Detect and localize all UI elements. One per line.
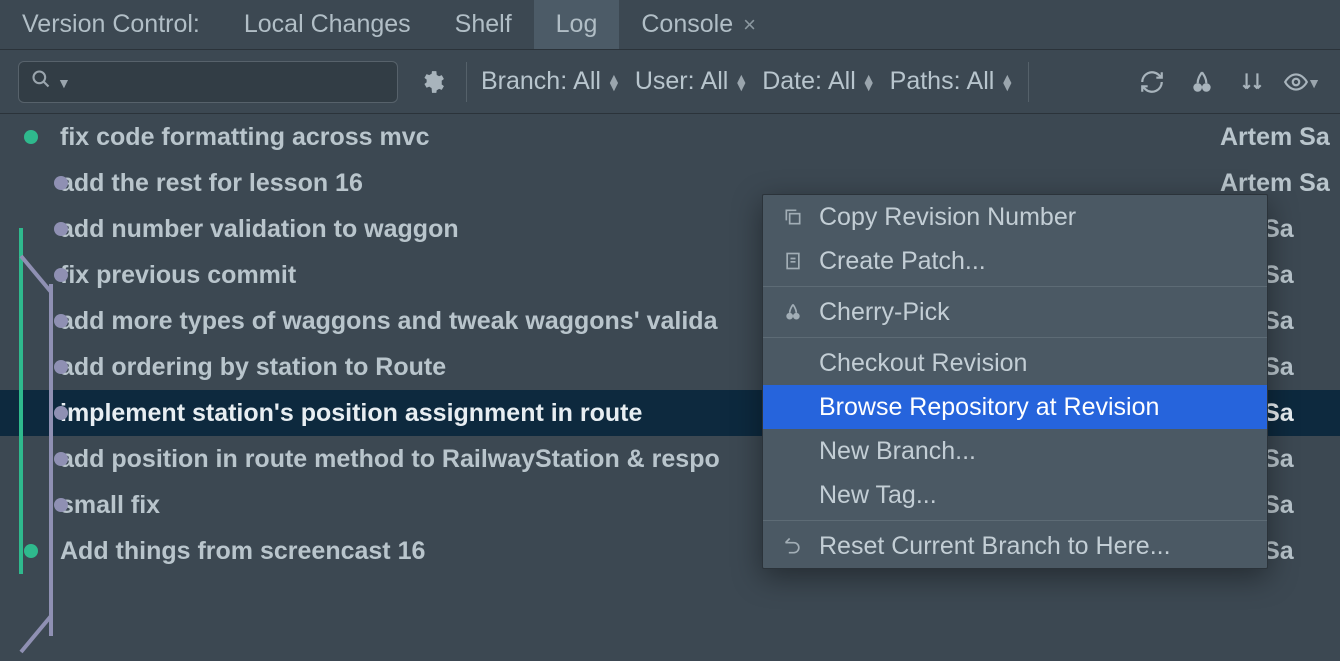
close-icon[interactable]: × xyxy=(743,12,756,38)
graph-merge-line xyxy=(19,614,59,654)
paths-filter[interactable]: Paths: All ▲▼ xyxy=(890,67,1015,96)
copy-icon xyxy=(781,207,805,227)
branch-filter[interactable]: Branch: All ▲▼ xyxy=(481,67,621,96)
log-toolbar: ▼ Branch: All ▲▼ User: All ▲▼ Date: All … xyxy=(0,50,1340,114)
patch-icon xyxy=(781,251,805,271)
separator xyxy=(466,62,467,102)
commit-dot xyxy=(54,314,68,328)
refresh-icon xyxy=(1139,69,1165,95)
search-input[interactable]: ▼ xyxy=(18,61,398,103)
chevron-down-icon: ▼ xyxy=(1307,75,1321,91)
sort-down-icon xyxy=(1239,69,1265,95)
cherry-icon xyxy=(781,302,805,322)
eye-icon xyxy=(1283,69,1309,95)
date-filter[interactable]: Date: All ▲▼ xyxy=(762,67,875,96)
sort-icon: ▲▼ xyxy=(1000,74,1014,90)
cherry-pick-button[interactable] xyxy=(1182,62,1222,102)
user-filter[interactable]: User: All ▲▼ xyxy=(635,67,748,96)
menu-checkout-revision[interactable]: Checkout Revision xyxy=(763,341,1267,385)
separator xyxy=(1028,62,1029,102)
cherry-icon xyxy=(1189,69,1215,95)
commit-dot xyxy=(54,406,68,420)
menu-copy-revision[interactable]: Copy Revision Number xyxy=(763,195,1267,239)
preview-button[interactable]: ▼ xyxy=(1282,62,1322,102)
commit-dot xyxy=(54,176,68,190)
gear-icon xyxy=(419,69,445,95)
tab-shelf[interactable]: Shelf xyxy=(433,0,534,49)
commit-dot xyxy=(54,498,68,512)
commit-dot xyxy=(54,360,68,374)
reset-icon xyxy=(781,536,805,556)
menu-new-tag[interactable]: New Tag... xyxy=(763,473,1267,517)
settings-button[interactable] xyxy=(412,62,452,102)
menu-browse-repo-at-revision[interactable]: Browse Repository at Revision xyxy=(763,385,1267,429)
commit-dot xyxy=(54,452,68,466)
menu-create-patch[interactable]: Create Patch... xyxy=(763,239,1267,283)
search-icon xyxy=(31,68,51,96)
context-menu: Copy Revision Number Create Patch... Che… xyxy=(762,194,1268,569)
panel-title: Version Control: xyxy=(0,0,222,49)
chevron-down-icon: ▼ xyxy=(57,75,71,91)
search-field[interactable] xyxy=(77,69,385,95)
commit-row[interactable]: fix code formatting across mvc Artem Sa xyxy=(0,114,1340,160)
vcs-tabbar: Version Control: Local Changes Shelf Log… xyxy=(0,0,1340,50)
menu-separator xyxy=(763,520,1267,521)
menu-reset-branch[interactable]: Reset Current Branch to Here... xyxy=(763,524,1267,568)
menu-separator xyxy=(763,337,1267,338)
tab-console[interactable]: Console × xyxy=(619,0,778,49)
tab-local-changes[interactable]: Local Changes xyxy=(222,0,433,49)
menu-cherry-pick[interactable]: Cherry-Pick xyxy=(763,290,1267,334)
sort-icon: ▲▼ xyxy=(607,74,621,90)
menu-new-branch[interactable]: New Branch... xyxy=(763,429,1267,473)
sort-icon: ▲▼ xyxy=(734,74,748,90)
sort-icon: ▲▼ xyxy=(862,74,876,90)
tab-log[interactable]: Log xyxy=(534,0,620,49)
commit-dot xyxy=(54,268,68,282)
refresh-button[interactable] xyxy=(1132,62,1172,102)
menu-separator xyxy=(763,286,1267,287)
commit-dot xyxy=(24,544,38,558)
intellisort-button[interactable] xyxy=(1232,62,1272,102)
commit-dot xyxy=(24,130,38,144)
commit-dot xyxy=(54,222,68,236)
